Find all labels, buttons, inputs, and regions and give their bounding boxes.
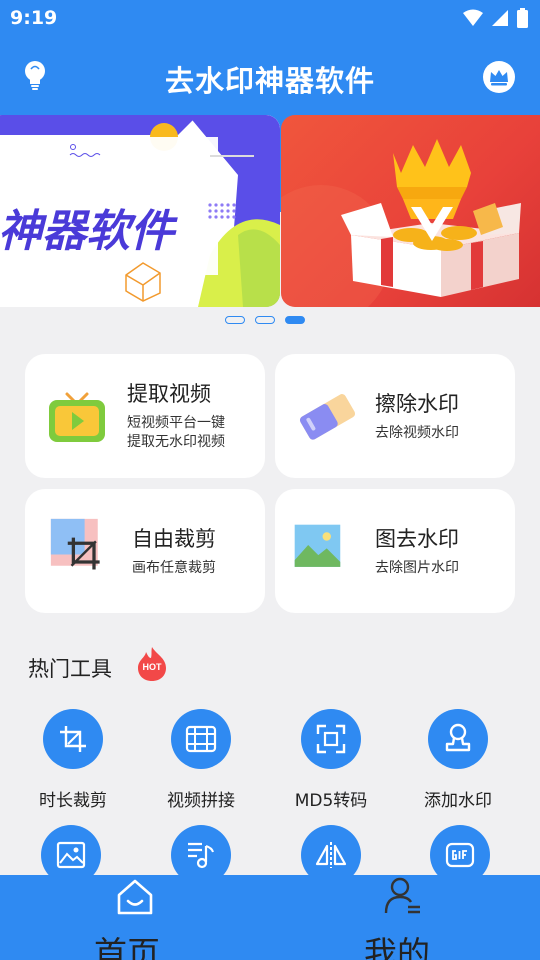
tool-label: 添加水印 [424,791,492,811]
banner-slide-text: 神器软件 [0,206,174,257]
picture-icon [294,524,341,567]
tv-icon [49,392,105,442]
scan-icon [316,724,346,754]
gif-icon [445,842,475,868]
banner-pager [0,316,540,326]
wifi-icon [463,9,483,26]
crop-icon [50,518,100,570]
cellular-signal-icon [492,10,508,26]
status-bar: 9:19 [0,0,540,36]
music-list-icon [188,842,214,869]
hot-badge-text: HOT [142,662,162,672]
home-icon [117,879,153,915]
hot-badge: HOT [136,646,168,682]
tool-label: 视频拼接 [167,791,235,811]
status-icons [463,8,528,28]
tool-icon-button [301,709,361,769]
battery-icon [517,8,528,28]
gift-box-illustration [281,139,521,307]
eraser-icon [299,394,356,440]
tool-icon-button [171,709,231,769]
tool-video-merge[interactable]: 视频拼接 [141,709,261,819]
pager-dot-2[interactable] [255,316,275,324]
feature-desc-line2: 提取无水印视频 [127,434,225,450]
tool-icon-button [428,709,488,769]
pager-dot-3[interactable] [285,316,305,324]
app-title: 去水印神器软件 [164,64,375,98]
tool-add-watermark[interactable]: 添加水印 [398,709,518,819]
feature-card-image-watermark[interactable]: 图去水印 去除图片水印 [275,489,515,613]
film-icon [185,725,217,753]
feature-card-free-crop[interactable]: 自由裁剪 画布任意裁剪 [25,489,265,613]
nav-home[interactable]: 首页 [0,875,270,960]
nav-mine-label: 我的 [364,934,430,960]
hot-tools-title: 热门工具 [28,657,112,681]
feature-card-extract-video[interactable]: 提取视频 短视频平台一键 提取无水印视频 [25,354,265,478]
stamp-icon [445,723,471,752]
tool-label: 时长裁剪 [39,791,107,811]
image-icon [56,841,86,869]
feature-card-erase-watermark[interactable]: 擦除水印 去除视频水印 [275,354,515,478]
feature-title: 擦除水印 [375,392,459,416]
user-icon [384,877,420,914]
mirror-icon [315,842,347,868]
feature-desc-line1: 去除视频水印 [375,425,459,441]
feature-desc-line1: 短视频平台一键 [127,415,225,431]
tool-label: MD5转码 [294,791,368,811]
crop-icon [60,726,86,752]
nav-home-label: 首页 [94,934,160,960]
tool-duration-crop[interactable]: 时长裁剪 [13,709,133,819]
bottom-navigation: 首页 我的 [0,875,540,960]
feature-desc-line1: 去除图片水印 [375,560,459,576]
feature-title: 图去水印 [375,527,459,551]
crown-icon [483,61,515,93]
banner-slide-2[interactable] [281,115,540,307]
feature-desc-line1: 画布任意裁剪 [132,560,216,576]
feature-title: 自由裁剪 [132,527,216,551]
vip-button[interactable] [482,60,516,94]
status-time: 9:19 [10,7,58,29]
pager-dot-1[interactable] [225,316,245,324]
feature-title: 提取视频 [127,382,211,406]
tool-icon-button [43,709,103,769]
nav-mine[interactable]: 我的 [270,875,540,960]
banner-slide-1[interactable]: 神器软件 [0,115,280,307]
tool-md5-transcode[interactable]: MD5转码 [271,709,391,819]
title-bar: 去水印神器软件 [0,48,540,104]
